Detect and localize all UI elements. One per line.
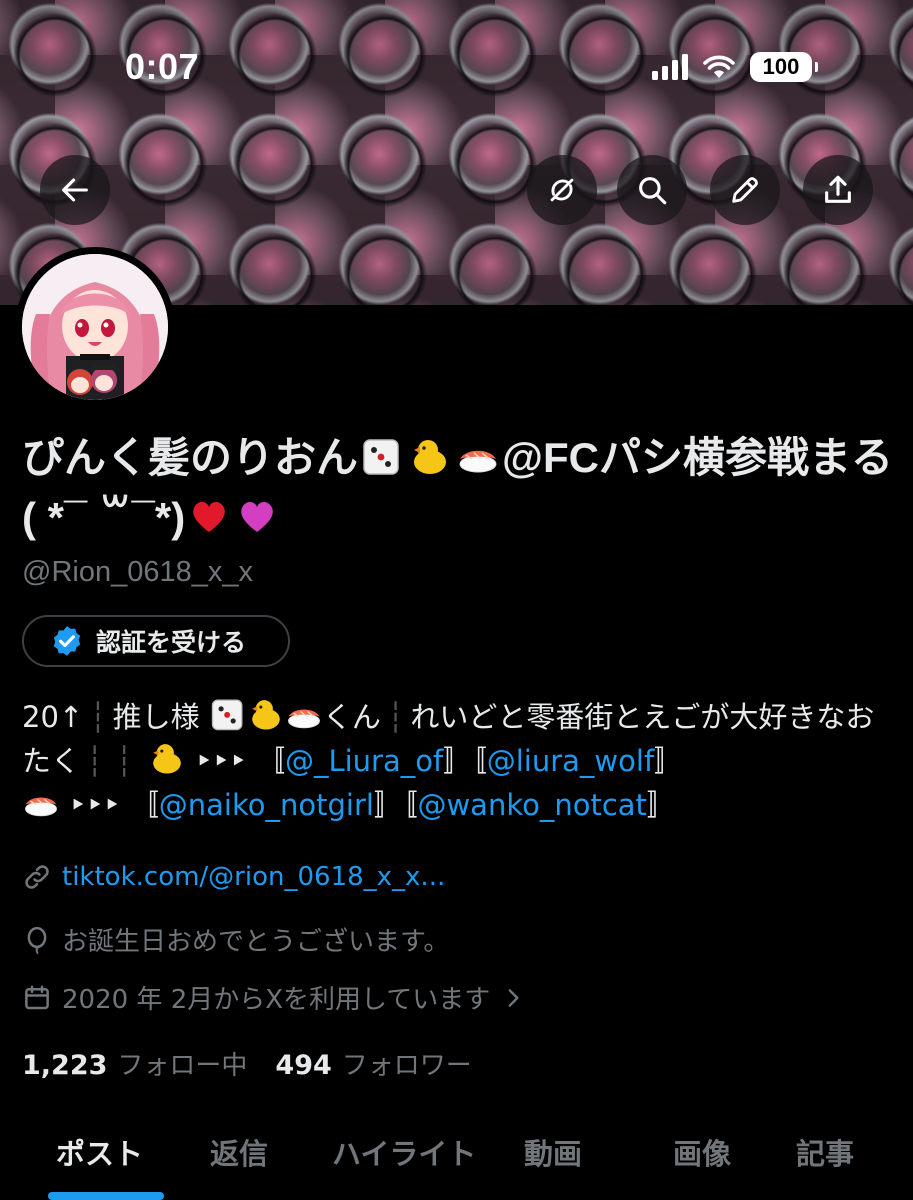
status-time: 0:07 xyxy=(125,46,200,87)
following-label: フォロー中 xyxy=(117,1051,248,1081)
sushi-emoji-icon xyxy=(285,695,323,733)
bracket-close: 〛 xyxy=(373,788,403,822)
profile-avatar[interactable] xyxy=(15,247,175,407)
search-button[interactable] xyxy=(617,155,687,225)
hide-retweets-button[interactable] xyxy=(527,155,597,225)
tab-media[interactable]: 画像 xyxy=(673,1131,731,1173)
bio-kun: くん xyxy=(322,700,381,734)
mention-link[interactable]: @naiko_notgirl xyxy=(159,788,374,822)
pink-heart-emoji-icon xyxy=(235,494,279,538)
profile-joined[interactable]: 2020 年 2月からXを利用しています xyxy=(22,979,526,1016)
red-heart-emoji-icon xyxy=(187,494,231,538)
chick-emoji-icon xyxy=(148,739,186,777)
bracket-close: 〛 xyxy=(646,788,676,822)
website-link[interactable]: tiktok.com/@rion_0618_x_x... xyxy=(62,862,445,892)
dice-emoji-icon xyxy=(209,695,247,733)
link-icon xyxy=(25,865,49,889)
joined-text: 2020 年 2月からXを利用しています xyxy=(62,985,491,1015)
followers-count: 494 xyxy=(275,1050,332,1081)
avatar-illustration xyxy=(22,254,168,400)
bracket-close: 〛 xyxy=(654,744,684,778)
hide-retweets-icon xyxy=(550,178,574,202)
profile-bio: 20↑ ┆ 推し様 くん ┆ れいどと零番街とえごが大好きなおたく ┆ ┆ ‣‣‣ 〚@_L… xyxy=(22,695,892,827)
following-link[interactable]: 1,223 フォロー中 xyxy=(22,1045,247,1082)
bio-age: 20↑ xyxy=(22,700,84,734)
share-icon xyxy=(825,175,851,203)
chick-emoji-icon xyxy=(247,695,285,733)
bio-oshi: 推し様 xyxy=(112,700,200,734)
active-tab-indicator xyxy=(48,1192,164,1200)
tab-articles[interactable]: 記事 xyxy=(796,1131,854,1173)
display-name-text-1: ぴんく髪のりおん xyxy=(22,434,359,481)
bio-arrow: ‣‣‣ xyxy=(195,744,247,778)
dice-emoji-icon xyxy=(360,434,404,478)
profile-website[interactable]: tiktok.com/@rion_0618_x_x... xyxy=(22,862,445,892)
birthday-text: お誕生日おめでとうございます。 xyxy=(62,927,450,957)
bracket-open: 〚 xyxy=(129,788,159,822)
status-icons: 100 xyxy=(652,52,818,82)
back-icon xyxy=(62,178,88,202)
mention-link[interactable]: @liura_wolf xyxy=(487,744,654,778)
bracket-open: 〚 xyxy=(402,788,418,822)
battery-indicator: 100 xyxy=(750,52,818,82)
mention-link[interactable]: @wanko_notcat xyxy=(417,788,646,822)
tab-videos[interactable]: 動画 xyxy=(524,1131,582,1173)
bracket-close: 〛 xyxy=(443,744,473,778)
wifi-icon xyxy=(703,55,735,78)
edit-icon xyxy=(732,177,758,203)
search-icon xyxy=(639,177,667,205)
tab-replies[interactable]: 返信 xyxy=(210,1131,268,1173)
profile-tabs: ポスト 返信 ハイライト 動画 画像 記事 xyxy=(0,1115,913,1200)
edit-button[interactable] xyxy=(710,155,780,225)
back-button[interactable] xyxy=(40,155,110,225)
profile-birthday: お誕生日おめでとうございます。 xyxy=(22,921,449,958)
tab-highlights[interactable]: ハイライト xyxy=(332,1131,476,1173)
profile-handle: @Rion_0618_x_x xyxy=(22,556,253,588)
sushi-emoji-icon xyxy=(22,783,60,821)
chick-emoji-icon xyxy=(408,434,452,478)
tab-posts[interactable]: ポスト xyxy=(56,1131,143,1173)
display-name: ぴんく髪のりおん @FCパシ横参戦まる ( *¯ ꒳¯*) xyxy=(22,428,902,548)
verified-badge-icon xyxy=(53,626,81,656)
followers-label: フォロワー xyxy=(341,1051,472,1081)
follow-stats: 1,223 フォロー中 494 フォロワー xyxy=(22,1045,472,1082)
get-verified-button[interactable]: 認証を受ける xyxy=(22,615,290,667)
cellular-signal-icon xyxy=(652,54,688,80)
balloon-icon xyxy=(27,926,47,954)
bracket-open: 〚 xyxy=(472,744,487,778)
sushi-emoji-icon xyxy=(456,434,500,478)
calendar-icon xyxy=(25,985,49,1009)
bracket-open: 〚 xyxy=(255,744,285,778)
share-button[interactable] xyxy=(803,155,873,225)
bio-arrow: ‣‣‣ xyxy=(69,788,121,822)
mention-link[interactable]: @_Liura_of xyxy=(285,744,443,778)
chevron-right-icon xyxy=(508,988,519,1007)
followers-link[interactable]: 494 フォロワー xyxy=(275,1045,471,1082)
following-count: 1,223 xyxy=(22,1050,108,1081)
get-verified-label: 認証を受ける xyxy=(96,628,247,657)
